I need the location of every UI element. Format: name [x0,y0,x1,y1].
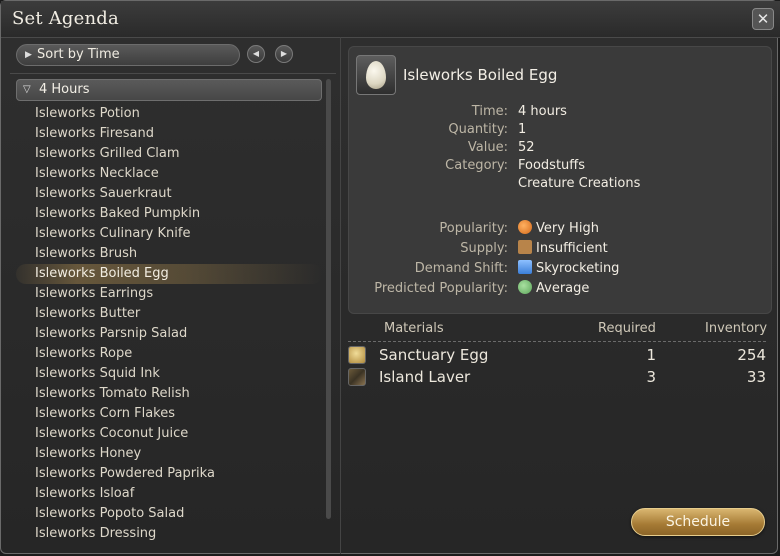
item-properties: Time: 4 hours Quantity: 1 Value: 52 Cate… [349,103,773,298]
value-value: 52 [518,140,535,155]
value-label: Value: [467,140,508,155]
material-row[interactable]: Sanctuary Egg 1 254 [348,344,766,366]
category-value-2: Creature Creations [518,176,641,191]
agenda-list-item[interactable]: Isleworks Earrings [16,284,322,304]
property-demand-shift: Demand Shift: Skyrocketing [349,260,773,278]
property-quantity: Quantity: 1 [349,121,773,139]
agenda-list-item[interactable]: Isleworks Honey [16,444,322,464]
schedule-button[interactable]: Schedule [631,508,765,536]
sanctuary-egg-icon [348,346,366,364]
close-icon[interactable]: ✕ [752,8,774,30]
agenda-list-item[interactable]: Isleworks Grilled Clam [16,144,322,164]
property-popularity: Popularity: Very High [349,220,773,238]
material-inventory: 33 [746,368,766,386]
property-time: Time: 4 hours [349,103,773,121]
agenda-list-item[interactable]: Isleworks Boiled Egg [16,264,322,284]
time-label: Time: [471,104,508,119]
boiled-egg-icon [366,61,386,89]
material-required: 1 [646,346,656,364]
agenda-list-item[interactable]: Isleworks Potion [16,104,322,124]
play-arrow-icon: ▶ [25,50,32,60]
agenda-list-item[interactable]: Isleworks Dressing [16,524,322,544]
material-required: 3 [646,368,656,386]
material-name: Island Laver [379,368,471,386]
prev-arrow-icon[interactable]: ◀ [247,45,265,63]
agenda-list-item[interactable]: Isleworks Firesand [16,124,322,144]
predicted-popularity-text: Average [536,281,590,296]
double-up-arrow-icon [518,260,532,274]
material-name: Sanctuary Egg [379,346,489,364]
supply-box-icon [518,240,532,254]
popularity-label: Popularity: [439,221,508,236]
quantity-label: Quantity: [448,122,508,137]
item-icon [356,55,396,95]
predicted-popularity-label: Predicted Popularity: [374,281,508,296]
agenda-list-panel: ▶ Sort by Time ◀ ▶ ▽ 4 Hours Isleworks P… [10,40,336,550]
agenda-list-item[interactable]: Isleworks Popoto Salad [16,504,322,524]
divider [10,73,336,74]
time-value: 4 hours [518,104,567,119]
agenda-list-item[interactable]: Isleworks Sauerkraut [16,184,322,204]
agenda-list-item[interactable]: Isleworks Baked Pumpkin [16,204,322,224]
agenda-item-list: Isleworks Potion Isleworks Firesand Islewo… [16,104,322,544]
popularity-value: Very High [518,220,599,238]
sort-dropdown[interactable]: ▶ Sort by Time [16,44,240,66]
agenda-list-item[interactable]: Isleworks Isloaf [16,484,322,504]
demand-shift-label: Demand Shift: [414,261,508,276]
agenda-list-item[interactable]: Isleworks Squid Ink [16,364,322,384]
supply-text: Insufficient [536,241,608,256]
agenda-list-item[interactable]: Isleworks Rope [16,344,322,364]
required-column-header: Required [598,321,656,336]
title-bar: Set Agenda ✕ [1,1,780,38]
property-category-2: Creature Creations [349,175,773,193]
agenda-list-item[interactable]: Isleworks Corn Flakes [16,404,322,424]
average-face-icon [518,280,532,294]
group-header-4-hours[interactable]: ▽ 4 Hours [16,79,322,101]
agenda-list-item[interactable]: Isleworks Parsnip Salad [16,324,322,344]
materials-column-header: Materials [384,321,444,336]
material-row[interactable]: Island Laver 3 33 [348,366,766,388]
supply-label: Supply: [460,241,508,256]
next-arrow-icon[interactable]: ▶ [275,45,293,63]
material-inventory: 254 [737,346,766,364]
panel-divider [340,37,341,554]
agenda-list-item[interactable]: Isleworks Culinary Knife [16,224,322,244]
window-title: Set Agenda [12,8,119,29]
agenda-list-item[interactable]: Isleworks Coconut Juice [16,424,322,444]
item-name: Isleworks Boiled Egg [403,66,558,84]
property-predicted-popularity: Predicted Popularity: Average [349,280,773,298]
property-value: Value: 52 [349,139,773,157]
agenda-list-item[interactable]: Isleworks Brush [16,244,322,264]
popularity-text: Very High [536,221,599,236]
popularity-face-icon [518,220,532,234]
category-label: Category: [445,158,508,173]
list-scrollbar[interactable] [326,79,331,519]
property-category: Category: Foodstuffs [349,157,773,175]
agenda-list-item[interactable]: Isleworks Powdered Paprika [16,464,322,484]
island-laver-icon [348,368,366,386]
agenda-list-item[interactable]: Isleworks Tomato Relish [16,384,322,404]
inventory-column-header: Inventory [705,321,768,336]
group-label: 4 Hours [39,82,90,97]
category-value-1: Foodstuffs [518,158,586,173]
quantity-value: 1 [518,122,527,137]
collapse-triangle-icon: ▽ [23,84,31,95]
supply-value: Insufficient [518,240,608,258]
materials-header: Materials Required Inventory [348,321,768,342]
demand-shift-text: Skyrocketing [536,261,620,276]
agenda-list-item[interactable]: Isleworks Butter [16,304,322,324]
item-detail-card: Isleworks Boiled Egg Time: 4 hours Quant… [348,46,772,314]
property-supply: Supply: Insufficient [349,240,773,258]
sort-label: Sort by Time [37,47,120,62]
agenda-list-item[interactable]: Isleworks Necklace [16,164,322,184]
predicted-popularity-value: Average [518,280,589,298]
demand-shift-value: Skyrocketing [518,260,619,278]
